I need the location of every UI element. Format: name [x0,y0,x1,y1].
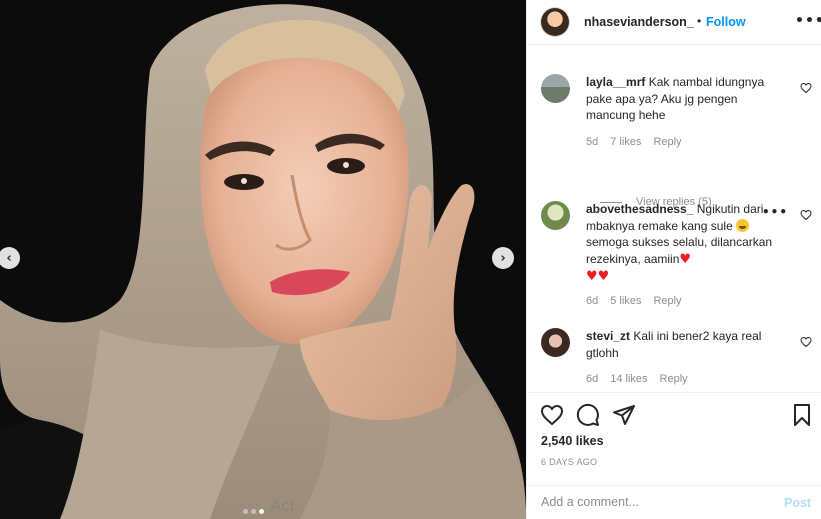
heart-icon[interactable] [540,403,564,427]
comment-meta: 6d 5 likes Reply [586,295,682,307]
comment-likes[interactable]: 7 likes [610,136,641,148]
comment-age[interactable]: 6d [586,373,598,385]
comment-meta: 6d 14 likes Reply [586,373,688,385]
heart-emoji-icon: ♥♥ [586,269,610,284]
author-avatar[interactable] [541,8,569,36]
post-timestamp[interactable]: 6 DAYS AGO [541,457,597,467]
comment-like-heart-icon[interactable] [800,82,812,94]
comment-icon[interactable] [576,403,600,427]
chevron-right-icon: › [500,250,506,266]
chevron-left-icon: ‹ [6,250,12,266]
next-slide-button[interactable]: › [492,247,514,269]
post-header: nhasevianderson_ • Follow ••• [527,0,821,45]
author-username[interactable]: nhasevianderson_ [584,15,694,29]
post-details-panel: nhasevianderson_ • Follow ••• layla__mrf… [526,0,821,519]
heart-emoji-icon: ♥ [679,251,692,267]
laughing-emoji-icon [736,218,750,232]
carousel-dot [251,509,256,514]
commenter-avatar[interactable] [541,201,570,230]
commenter-avatar[interactable] [541,74,570,103]
comment-text: stevi_zt Kali ini bener2 kaya real gtloh… [586,328,786,361]
bookmark-icon[interactable] [790,403,814,427]
comment-meta: 5d 7 likes Reply [586,136,682,148]
comment-text: layla__mrf Kak nambal idungnya pake apa … [586,74,786,124]
reply-button[interactable]: Reply [653,295,681,307]
comment-input[interactable] [541,495,771,509]
post-image [0,0,526,519]
carousel-indicator [243,509,264,514]
post-photo[interactable]: ‹ › [0,0,526,519]
comment-likes[interactable]: 5 likes [610,295,641,307]
comment-text: abovethesadness_ Ngikutin dari mbaknya r… [586,201,786,286]
post-actions: 2,540 likes 6 DAYS AGO [527,392,821,492]
share-icon[interactable] [612,403,636,427]
reply-button[interactable]: Reply [653,136,681,148]
comment-likes[interactable]: 14 likes [610,373,647,385]
carousel-dot [243,509,248,514]
separator-bullet: • [697,14,702,28]
commenter-avatar[interactable] [541,328,570,357]
comment-like-heart-icon[interactable] [800,209,812,221]
post-comment-button[interactable]: Post [784,496,811,510]
carousel-dot-active [259,509,264,514]
comment-age[interactable]: 6d [586,295,598,307]
more-options-icon[interactable]: ••• [795,13,821,29]
follow-button[interactable]: Follow [706,15,746,29]
comment-like-heart-icon[interactable] [800,336,812,348]
comment-age[interactable]: 5d [586,136,598,148]
comments-list[interactable]: layla__mrf Kak nambal idungnya pake apa … [527,46,821,392]
commenter-username[interactable]: layla__mrf [586,75,645,89]
reply-button[interactable]: Reply [660,373,688,385]
add-comment-bar: Post [527,485,821,519]
commenter-username[interactable]: abovethesadness_ [586,202,693,216]
comment-more-icon[interactable]: ••• [762,205,788,219]
commenter-username[interactable]: stevi_zt [586,329,630,343]
like-count[interactable]: 2,540 likes [541,434,604,448]
